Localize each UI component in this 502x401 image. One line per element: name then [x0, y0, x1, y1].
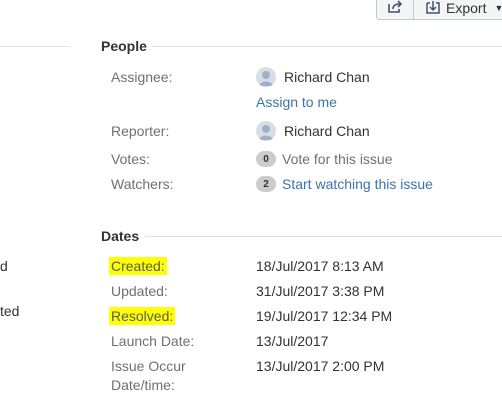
export-button[interactable]: Export ▼	[413, 0, 502, 20]
dates-divider	[101, 236, 502, 237]
people-heading: People	[101, 38, 153, 54]
vote-link[interactable]: Vote for this issue	[282, 151, 393, 167]
created-label: Created:	[109, 256, 167, 276]
watchers-count-badge: 2	[256, 176, 276, 192]
reporter-label: Reporter:	[111, 123, 170, 139]
resolved-label: Resolved:	[109, 306, 176, 326]
reporter-user[interactable]: Richard Chan	[256, 121, 370, 141]
avatar-icon	[256, 121, 276, 141]
votes-count-badge: 0	[256, 151, 276, 167]
share-button[interactable]	[376, 0, 414, 20]
reporter-name: Richard Chan	[284, 123, 370, 139]
issue-occur-label: Date/time:	[111, 377, 175, 393]
updated-label: Updated:	[111, 283, 168, 299]
votes-label: Votes:	[111, 151, 150, 167]
issue-occur-value: 13/Jul/2017 2:00 PM	[256, 358, 385, 374]
start-watching-link[interactable]: Start watching this issue	[282, 176, 433, 192]
export-label: Export	[446, 0, 487, 16]
created-value: 18/Jul/2017 8:13 AM	[256, 258, 384, 274]
issue-occur-label: Issue Occur	[111, 358, 186, 374]
assign-to-me-link[interactable]: Assign to me	[256, 92, 337, 112]
share-icon	[387, 0, 403, 17]
left-panel-fragment: ted	[0, 303, 20, 319]
resolved-value: 19/Jul/2017 12:34 PM	[256, 308, 393, 324]
assignee-name: Richard Chan	[284, 69, 370, 85]
updated-value: 31/Jul/2017 3:38 PM	[256, 283, 385, 299]
watchers-label: Watchers:	[111, 176, 174, 192]
people-divider	[101, 46, 502, 47]
votes-row: 0 Vote for this issue	[256, 149, 393, 169]
dates-heading: Dates	[101, 228, 146, 244]
assignee-label: Assignee:	[111, 69, 173, 85]
left-panel-fragment: d	[0, 258, 8, 274]
created-label-text: Created:	[109, 257, 167, 275]
export-icon	[426, 0, 440, 17]
left-divider	[0, 46, 70, 47]
resolved-label-text: Resolved:	[109, 307, 176, 325]
watchers-row: 2 Start watching this issue	[256, 174, 433, 194]
assignee-user[interactable]: Richard Chan	[256, 67, 370, 87]
launch-date-label: Launch Date:	[111, 333, 195, 349]
avatar-icon	[256, 67, 276, 87]
chevron-down-icon: ▼	[494, 3, 502, 13]
launch-date-value: 13/Jul/2017	[256, 333, 329, 349]
